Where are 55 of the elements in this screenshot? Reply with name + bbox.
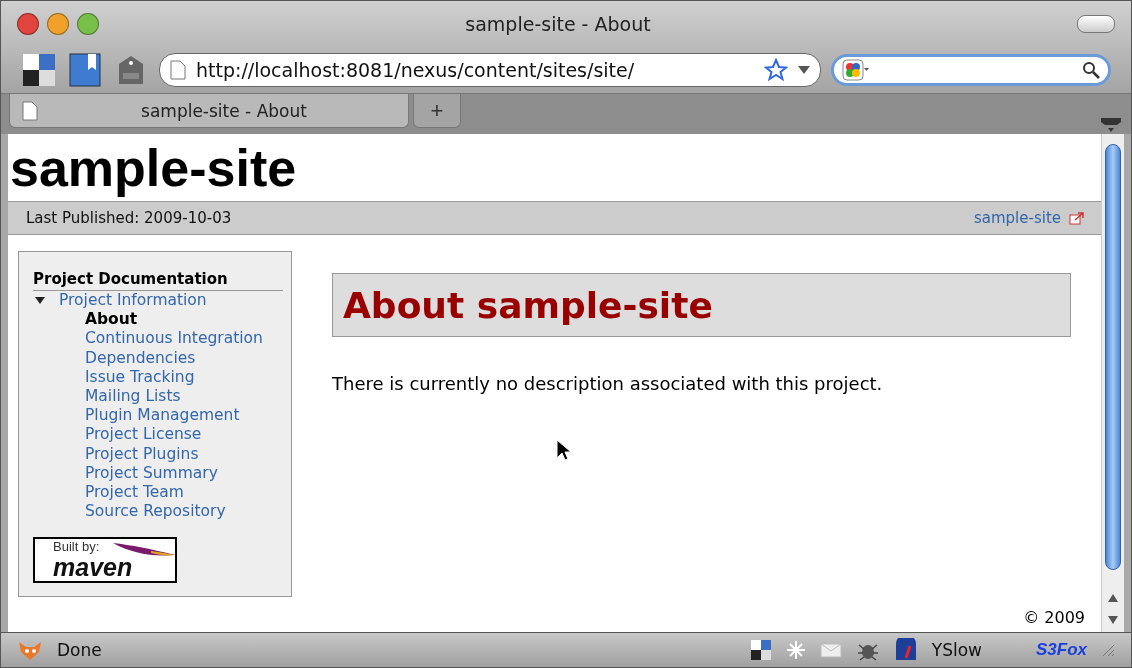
last-published-text: Last Published: 2009-10-03 xyxy=(26,209,233,227)
address-field[interactable]: http://localhost:8081/nexus/content/sites/site/ xyxy=(159,52,821,87)
envelope-icon xyxy=(819,642,842,658)
snowflake-icon xyxy=(785,640,806,660)
page-icon xyxy=(22,100,38,121)
sidebar-link[interactable]: Plugin Management xyxy=(85,406,283,426)
cursor-icon xyxy=(556,439,572,463)
external-link-icon xyxy=(1069,211,1085,225)
scroll-thumb[interactable] xyxy=(1105,144,1121,570)
checker-icon xyxy=(749,639,772,661)
sidebar-link[interactable]: Mailing Lists xyxy=(85,387,283,407)
scroll-down-icon xyxy=(1107,614,1119,626)
sidebar-link[interactable]: About xyxy=(85,310,283,330)
sidebar-link[interactable]: Project Summary xyxy=(85,463,283,484)
page-heading: About sample-site xyxy=(343,284,713,326)
star-icon xyxy=(764,57,788,82)
sidebar-link[interactable]: Issue Tracking xyxy=(85,367,283,387)
toolbar-button[interactable] xyxy=(21,51,57,88)
sidebar-link[interactable]: Continuous Integration xyxy=(85,329,283,349)
expanded-triangle-icon[interactable] xyxy=(35,297,45,305)
sidebar-link[interactable]: Project License xyxy=(85,425,283,445)
resize-grip-icon xyxy=(1101,643,1115,657)
scroll-up-icon xyxy=(1107,592,1119,604)
sidebar-link[interactable]: Project Information xyxy=(59,291,207,311)
page-icon xyxy=(170,59,186,80)
sidebar-heading: Project Documentation xyxy=(33,270,283,291)
built-by-maven-badge[interactable]: Built by: maven xyxy=(33,537,177,584)
site-link[interactable]: sample-site xyxy=(973,209,1061,227)
search-field[interactable] xyxy=(831,53,1111,86)
caret-icon xyxy=(798,64,810,75)
site-title: sample-site xyxy=(10,138,298,198)
yslow-label[interactable]: YSlow xyxy=(931,640,982,660)
close-button[interactable] xyxy=(17,12,39,35)
search-engine-icon xyxy=(842,58,870,81)
window-title: sample-site - About xyxy=(464,12,652,35)
description-text: There is currently no description associated with this project. xyxy=(332,373,884,394)
sidebar-link[interactable]: Source Repository xyxy=(85,502,283,522)
zoom-button[interactable] xyxy=(77,12,99,35)
status-text: Done xyxy=(57,640,103,660)
bookmark-icon xyxy=(68,52,102,87)
new-tab-button[interactable]: + xyxy=(413,94,461,128)
sidebar-link[interactable]: Project Team xyxy=(85,483,283,503)
minimize-button[interactable] xyxy=(47,12,69,35)
sidebar-link[interactable]: Project Plugins xyxy=(85,444,283,464)
s3fox-label[interactable]: S3Fox xyxy=(1035,640,1087,660)
toolbar-button[interactable] xyxy=(67,51,103,88)
copyright-text: © 2009 xyxy=(1022,606,1086,629)
browser-tab[interactable]: sample-site - About xyxy=(9,94,409,128)
sidebar-link[interactable]: Dependencies xyxy=(85,348,283,368)
scrollbar[interactable] xyxy=(1101,134,1124,632)
gauge-icon xyxy=(893,638,918,662)
tag-icon xyxy=(116,53,146,86)
checker-icon xyxy=(22,52,56,87)
toolbar-toggle-button[interactable] xyxy=(1077,14,1115,33)
search-icon xyxy=(1082,60,1100,79)
